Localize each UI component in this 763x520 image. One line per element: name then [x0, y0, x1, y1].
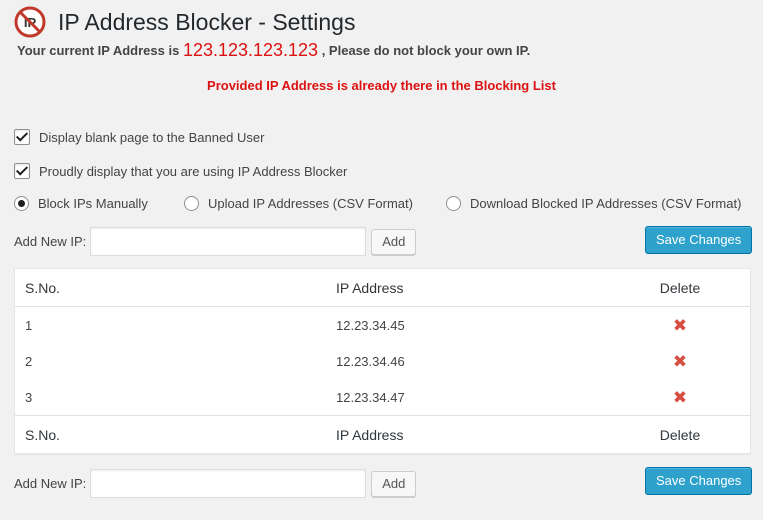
save-changes-button-bottom[interactable]: Save Changes — [645, 467, 753, 495]
row-sno: 2 — [25, 353, 33, 369]
upload-csv-radio[interactable] — [184, 196, 199, 211]
mode-upload-csv[interactable]: Upload IP Addresses (CSV Format) — [184, 196, 424, 211]
blank-page-checkbox[interactable] — [14, 129, 30, 145]
ip-suffix-text: , Please do not block your own IP. — [321, 43, 531, 58]
page-header: IP IP Address Blocker - Settings — [14, 4, 355, 40]
row-ip: 12.23.34.45 — [336, 317, 405, 333]
row-sno: 1 — [25, 317, 33, 333]
upload-csv-label: Upload IP Addresses (CSV Format) — [208, 196, 413, 211]
add-ip-input-top[interactable] — [90, 227, 367, 256]
add-ip-label: Add New IP: — [14, 476, 87, 491]
column-footer-sno: S.No. — [25, 426, 61, 443]
delete-x-icon[interactable]: ✖ — [673, 352, 687, 371]
row-ip: 12.23.34.47 — [336, 389, 405, 405]
ip-prefix-text: Your current IP Address is — [17, 43, 180, 58]
table-footer: S.No. IP Address Delete — [15, 415, 750, 453]
table-header: S.No. IP Address Delete — [15, 269, 750, 307]
option-blank-page[interactable]: Display blank page to the Banned User — [14, 129, 264, 145]
proudly-display-label: Proudly display that you are using IP Ad… — [39, 163, 348, 179]
table-row: 1 12.23.34.45 ✖ — [15, 307, 750, 343]
table-body: 1 12.23.34.45 ✖ 2 12.23.34.46 ✖ 3 12.23.… — [15, 307, 750, 415]
delete-x-icon[interactable]: ✖ — [673, 388, 687, 407]
column-header-ip: IP Address — [336, 279, 404, 296]
column-header-sno: S.No. — [25, 279, 61, 296]
column-footer-ip: IP Address — [336, 426, 404, 443]
row-ip: 12.23.34.46 — [336, 353, 405, 369]
save-changes-button-top[interactable]: Save Changes — [645, 226, 753, 254]
proudly-display-checkbox[interactable] — [14, 163, 30, 179]
blank-page-label: Display blank page to the Banned User — [39, 129, 265, 145]
delete-x-icon[interactable]: ✖ — [673, 316, 687, 335]
download-csv-radio[interactable] — [446, 196, 461, 211]
mode-block-manually[interactable]: Block IPs Manually — [14, 196, 148, 211]
error-message: Provided IP Address is already there in … — [207, 78, 556, 93]
option-proudly-display[interactable]: Proudly display that you are using IP Ad… — [14, 163, 347, 179]
add-ip-button-bottom[interactable]: Add — [371, 470, 417, 497]
page-title: IP Address Blocker - Settings — [58, 8, 356, 35]
column-header-delete: Delete — [659, 279, 701, 296]
mode-download-csv[interactable]: Download Blocked IP Addresses (CSV Forma… — [446, 196, 756, 211]
add-ip-label: Add New IP: — [14, 234, 87, 249]
mode-radio-group: Block IPs Manually Upload IP Addresses (… — [14, 196, 741, 211]
block-manually-radio[interactable] — [14, 196, 29, 211]
row-sno: 3 — [25, 389, 33, 405]
current-ip-notice: Your current IP Address is 123.123.123.1… — [17, 40, 530, 61]
blocked-ip-table: S.No. IP Address Delete 1 12.23.34.45 ✖ … — [14, 268, 751, 454]
no-ip-logo-icon: IP — [14, 6, 46, 38]
block-manually-label: Block IPs Manually — [38, 196, 148, 211]
add-ip-form-bottom: Add New IP: Add — [14, 469, 417, 498]
download-csv-label: Download Blocked IP Addresses (CSV Forma… — [470, 196, 742, 211]
table-row: 3 12.23.34.47 ✖ — [15, 379, 750, 415]
add-ip-button-top[interactable]: Add — [371, 228, 417, 255]
add-ip-form-top: Add New IP: Add — [14, 227, 417, 256]
table-row: 2 12.23.34.46 ✖ — [15, 343, 750, 379]
column-footer-delete: Delete — [659, 426, 701, 443]
current-ip-value: 123.123.123.123 — [182, 40, 319, 60]
add-ip-input-bottom[interactable] — [90, 469, 367, 498]
